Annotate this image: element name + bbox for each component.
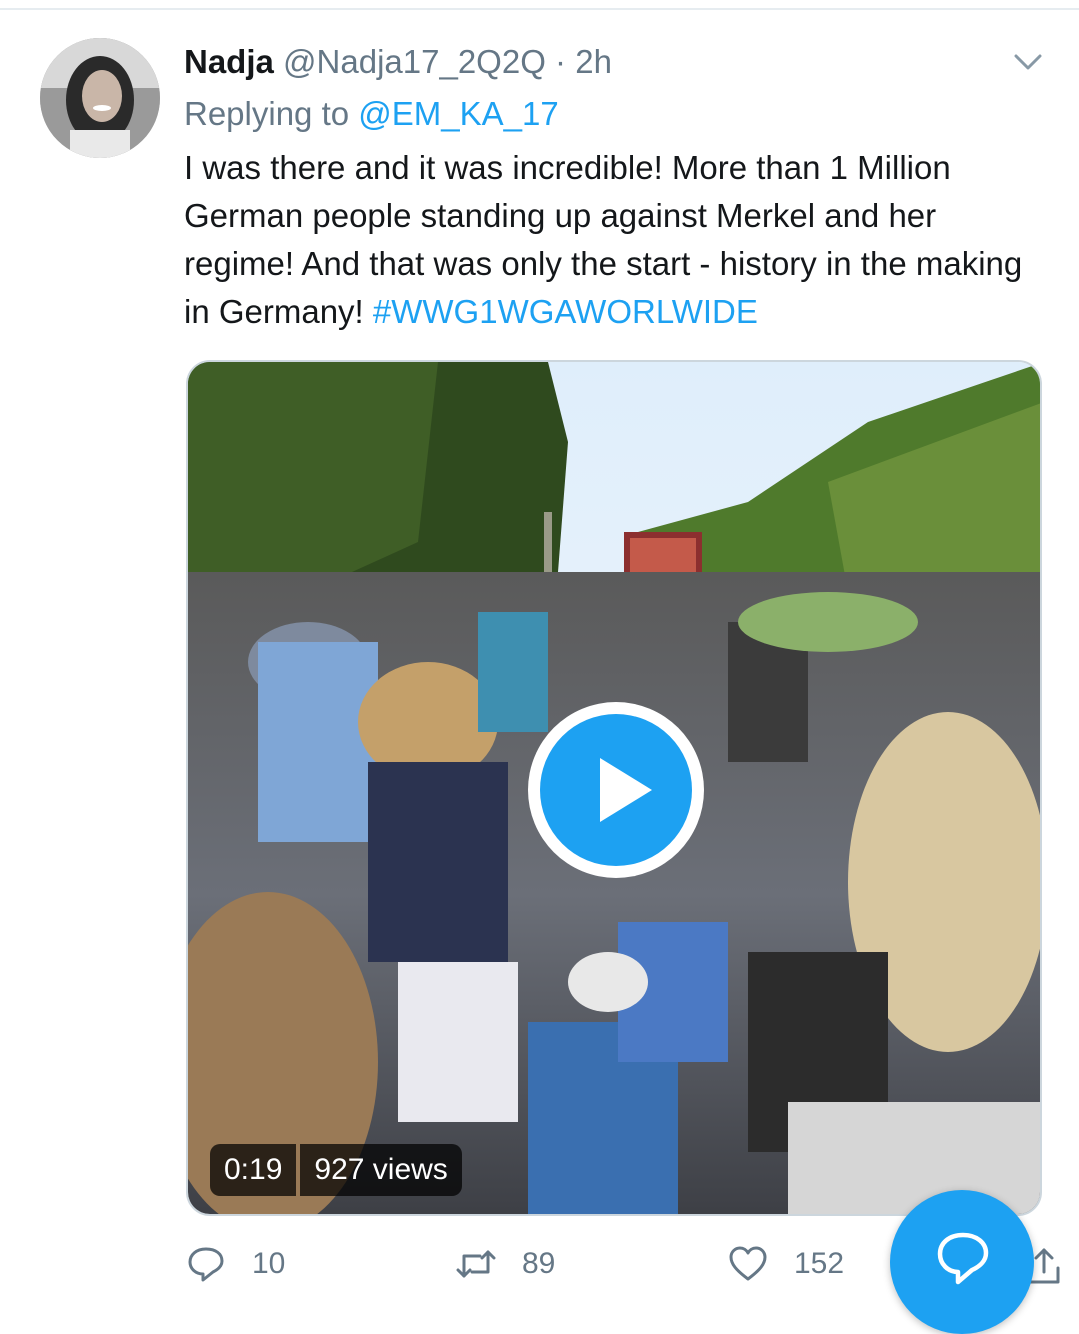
top-divider	[0, 8, 1079, 10]
retweet-icon	[456, 1250, 496, 1278]
video-badge: 0:19 927 views	[210, 1144, 462, 1196]
compose-reply-icon	[937, 1232, 989, 1285]
play-icon	[540, 714, 692, 866]
reply-count: 10	[252, 1247, 286, 1280]
avatar[interactable]	[40, 38, 160, 158]
tweet-header: Nadja @Nadja17_2Q2Q · 2h	[184, 40, 612, 84]
like-count: 152	[794, 1247, 845, 1280]
author-handle[interactable]: @Nadja17_2Q2Q	[283, 43, 546, 80]
hashtag-link[interactable]: #WWG1WGAWORLWIDE	[373, 293, 758, 330]
video-duration: 0:19	[210, 1144, 297, 1196]
compose-reply-button[interactable]	[890, 1190, 1034, 1334]
retweet-count: 89	[522, 1247, 556, 1280]
tweet-time[interactable]: 2h	[575, 43, 612, 80]
heart-icon	[729, 1246, 767, 1281]
author-name[interactable]: Nadja	[184, 43, 274, 80]
avatar-image	[40, 38, 160, 158]
reply-button[interactable]: 10	[186, 1242, 285, 1286]
separator-dot: ·	[555, 43, 567, 80]
tweet-text: I was there and it was incredible! More …	[184, 144, 1054, 336]
video-player[interactable]: 0:19 927 views	[186, 360, 1042, 1216]
replying-prefix: Replying to	[184, 95, 350, 132]
like-button[interactable]: 152	[728, 1242, 844, 1286]
video-views: 927 views	[300, 1144, 462, 1196]
play-button[interactable]	[528, 702, 704, 878]
replying-to-mention[interactable]: @EM_KA_17	[358, 95, 558, 132]
replying-to-line: Replying to @EM_KA_17	[184, 92, 559, 136]
reply-icon	[188, 1247, 224, 1282]
chevron-down-icon[interactable]	[1010, 48, 1046, 76]
retweet-button[interactable]: 89	[456, 1242, 555, 1286]
